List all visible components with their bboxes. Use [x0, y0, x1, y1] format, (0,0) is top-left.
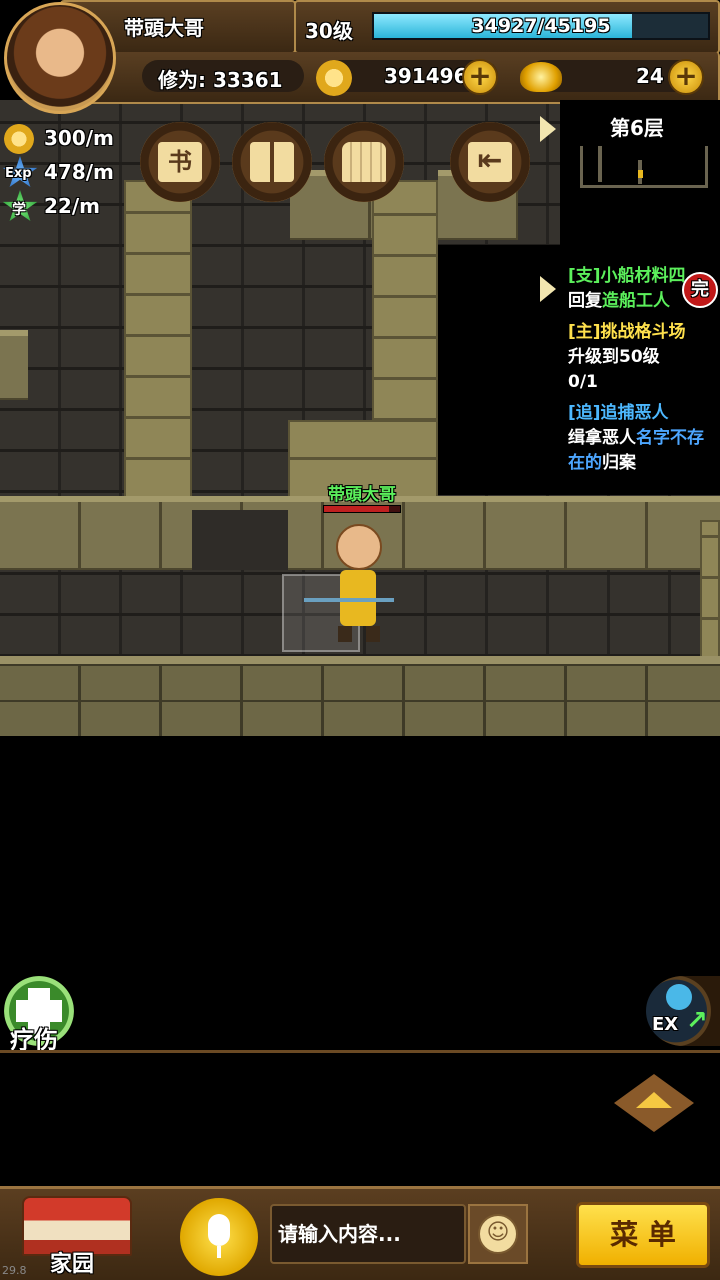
character-leg [338, 626, 352, 642]
stone-pillar [372, 180, 438, 420]
quest-complete-badge: 完 [682, 272, 718, 308]
quest-side-desc-text: 回复 [568, 291, 602, 311]
exp-text: 34927/45195 [471, 15, 611, 37]
exp-bar: 34927/45195 [372, 12, 710, 40]
player-level: 30级 [305, 19, 353, 43]
book-button[interactable]: 书 [140, 122, 220, 202]
stone-ledge [0, 330, 28, 400]
minimap-player-marker [638, 170, 643, 178]
ex-boost-button[interactable]: EX ↗ [646, 976, 720, 1046]
gift-icon [250, 142, 294, 182]
gift-button[interactable] [232, 122, 312, 202]
shop-button[interactable] [324, 122, 404, 202]
chat-input[interactable]: 请输入内容... [270, 1204, 466, 1264]
add-coins-button[interactable]: + [462, 59, 498, 95]
exit-button[interactable]: ⇤ [450, 122, 530, 202]
quest-chase-title[interactable]: [追]追捕恶人 [568, 401, 720, 426]
chat-divider [0, 1050, 720, 1053]
gap [192, 510, 288, 570]
stone-pillar [124, 180, 192, 500]
quest-main-progress: 0/1 [568, 372, 598, 392]
quest-chase-desc-end: 归案 [602, 453, 636, 473]
rate-list: 300/m Exp 478/m 学 22/m [0, 122, 130, 222]
arrow-up-icon: ↗ [686, 1006, 708, 1036]
chevron-up-icon [636, 1092, 672, 1108]
smiley-icon: ☺ [478, 1214, 518, 1254]
minimap-toggle-icon[interactable] [540, 116, 556, 142]
add-ingots-button[interactable]: + [668, 59, 704, 95]
exp-rate: 478/m [44, 160, 114, 184]
plus-icon-bar [16, 1000, 62, 1022]
exit-door-icon: ⇤ [468, 142, 512, 182]
minimap[interactable]: 第6层 [560, 100, 720, 260]
floor-label: 第6层 [610, 116, 664, 140]
coin-amount: 391496 [384, 64, 468, 88]
fps-counter: 29.8 [2, 1264, 27, 1277]
cultivation-value: 修为: 33361 [158, 68, 283, 92]
quest-chase-target: 名字不存 [636, 428, 704, 448]
character-leg [366, 626, 380, 642]
microphone-stand [217, 1246, 221, 1258]
shop-icon [342, 142, 386, 182]
minimap-wall [598, 146, 602, 182]
top-status-bar: 带頭大哥 30级 34927/45195 修为: 33361 391496 + … [0, 0, 720, 114]
quest-toggle-icon[interactable] [540, 276, 556, 302]
quest-chase-desc: 缉拿恶人名字不存在的归案 [568, 426, 720, 476]
quest-main-title[interactable]: [主]挑战格斗场 [568, 320, 720, 345]
menu-button[interactable]: 菜 单 [576, 1202, 710, 1268]
home-label: 家园 [50, 1252, 95, 1277]
stone-pillar [700, 520, 720, 660]
emoji-button[interactable]: ☺ [468, 1204, 528, 1264]
gold-rate: 300/m [44, 126, 114, 150]
quest-chase-target-end: 在的 [568, 453, 602, 473]
character-nameplate: 带頭大哥 [328, 485, 396, 505]
book-icon: 书 [158, 142, 202, 182]
quest-side-npc: 造船工人 [602, 291, 670, 311]
character[interactable]: 带頭大哥 [322, 480, 402, 513]
character-head [336, 524, 382, 570]
exp-icon-label: Exp [5, 166, 32, 181]
health-bar [323, 505, 401, 513]
staff [304, 598, 394, 602]
gold-rate-icon [4, 124, 34, 154]
player-avatar[interactable] [4, 2, 116, 114]
expand-chat-button[interactable] [614, 1074, 694, 1132]
study-rate: 22/m [44, 194, 100, 218]
ingot-amount: 24 [636, 64, 664, 88]
microphone-icon [208, 1214, 230, 1246]
quest-main-desc: 升级到50级 [568, 347, 660, 367]
dungeon-floor [0, 656, 720, 736]
copper-coin-icon [316, 60, 352, 96]
ex-label: EX [652, 1014, 679, 1035]
study-icon-label: 学 [12, 202, 26, 218]
voice-button[interactable] [180, 1198, 258, 1276]
quest-chase-desc-text: 缉拿恶人 [568, 428, 636, 448]
player-name: 带頭大哥 [124, 16, 204, 40]
gold-ingot-icon [520, 62, 562, 92]
